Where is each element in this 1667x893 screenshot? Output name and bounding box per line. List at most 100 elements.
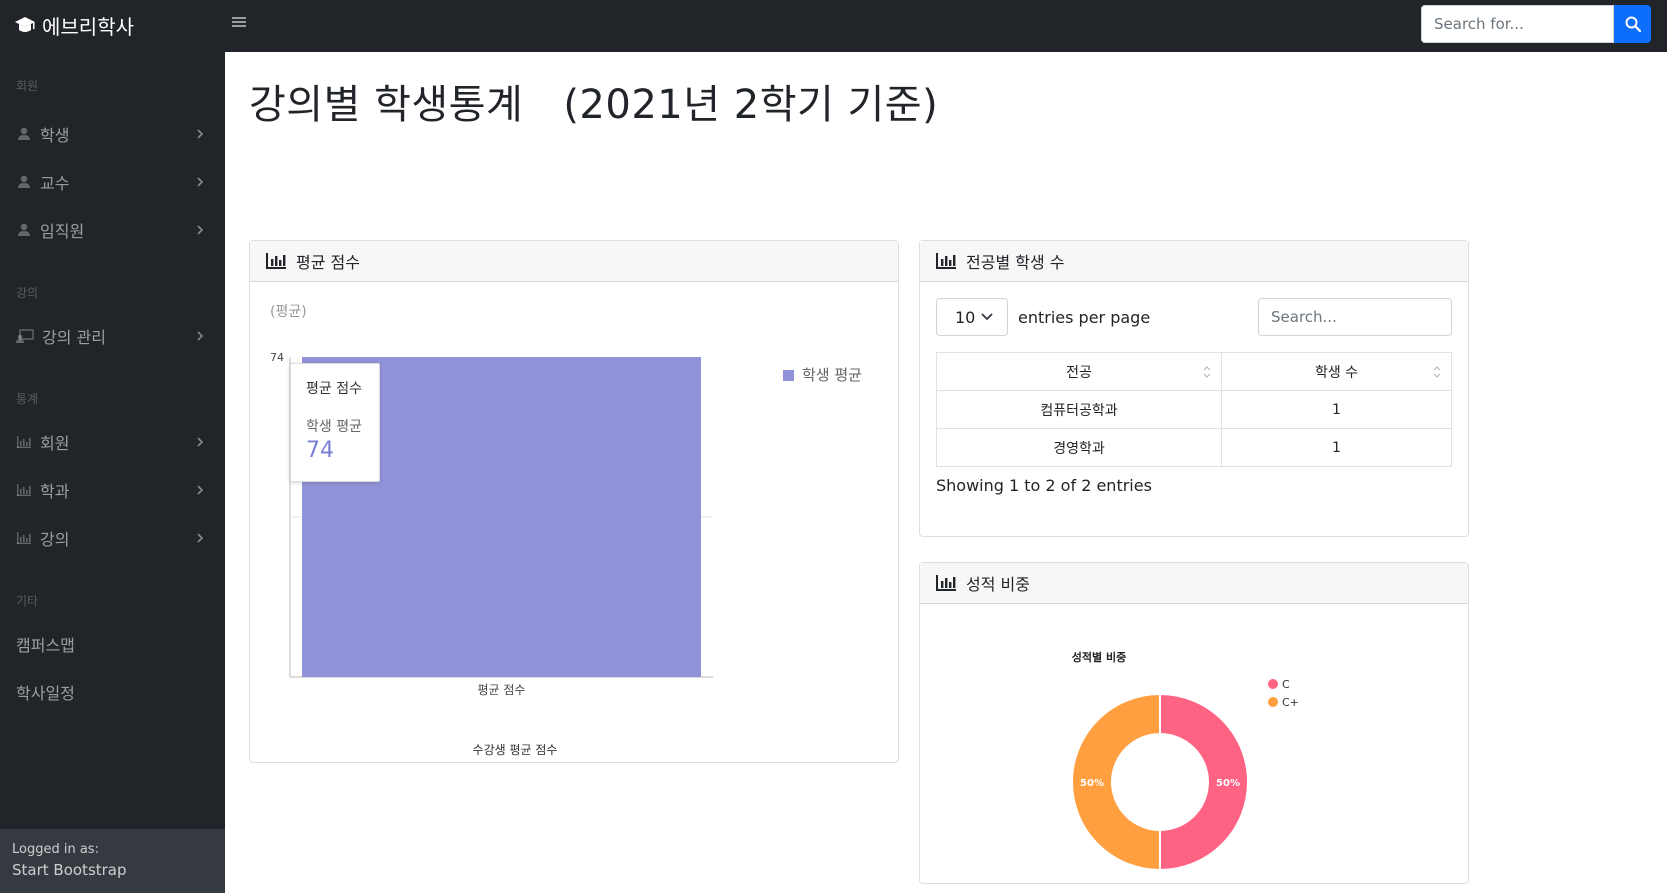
sidebar-item-label: 학생 [40, 126, 70, 145]
tooltip-series: 학생 평균 [306, 419, 362, 435]
card-header: 성적 비중 [920, 563, 1468, 604]
tooltip-value: 74 [306, 438, 334, 463]
chevron-right-icon [197, 331, 204, 341]
sidebar-item-stats-members[interactable]: 회원 [0, 422, 225, 462]
chevron-right-icon [197, 533, 204, 543]
chart-bar-icon [16, 434, 32, 450]
top-navbar: 에브리학사 [0, 0, 1667, 52]
sidebar-item-label: 강의 관리 [42, 328, 106, 347]
legend-swatch [783, 370, 794, 381]
chart-tooltip: 평균 점수 학생 평균 74 [290, 363, 380, 482]
table-cell: 컴퓨터공학과 [936, 390, 1222, 429]
column-header-label: 학생 수 [1314, 364, 1359, 381]
chalkboard-teacher-icon [16, 328, 34, 344]
sidebar-item-label: 학사일정 [16, 684, 75, 703]
chevron-right-icon [197, 225, 204, 235]
sidebar-item-label: 학과 [40, 482, 70, 501]
grade-distribution-card: 성적 비중 성적별 비중 50% 50% C C+ [919, 562, 1469, 884]
card-header: 평균 점수 [250, 241, 898, 282]
sidebar-item-label: 교수 [40, 174, 70, 193]
sidebar-item-staff[interactable]: 임직원 [0, 210, 225, 250]
column-header-student-count[interactable]: 학생 수 [1221, 352, 1452, 391]
entries-per-page-select[interactable]: 10 [936, 298, 1008, 336]
logged-in-user: Start Bootstrap [12, 861, 127, 879]
card-title: 평균 점수 [296, 253, 360, 272]
graduation-cap-icon [15, 17, 35, 32]
sidebar-footer: Logged in as: Start Bootstrap [0, 829, 225, 893]
menu-icon [232, 17, 246, 27]
entries-per-page-label: entries per page [1018, 308, 1151, 327]
sidebar-item-stats-departments[interactable]: 학과 [0, 470, 225, 510]
grade-doughnut-chart: 성적별 비중 50% 50% C C+ [1071, 650, 1299, 872]
table-row: 컴퓨터공학과 1 [936, 390, 1452, 429]
average-score-chart: (평균) 74 평균 점수 학생 평균 수강생 평균 점수 [270, 304, 862, 757]
doughnut-slices: 50% 50% [1071, 692, 1249, 872]
legend-label[interactable]: C [1282, 678, 1290, 691]
table-search-input[interactable] [1258, 298, 1452, 336]
y-tick-label: 74 [270, 351, 284, 364]
y-unit-label: (평균) [270, 304, 307, 320]
sidebar-item-label: 임직원 [40, 222, 85, 241]
table-info: Showing 1 to 2 of 2 entries [936, 476, 1152, 495]
sidebar: 회원 학생 교수 임직원 강의 강의 관리 통계 회원 학과 강의 기타 캠퍼스… [0, 52, 225, 893]
sidebar-item-label: 캠퍼스맵 [16, 636, 75, 655]
chevron-right-icon [197, 177, 204, 187]
table-cell: 경영학과 [936, 428, 1222, 467]
user-icon [16, 126, 32, 142]
sidebar-heading-lectures: 강의 [16, 286, 39, 300]
page-title-main: 강의별 학생통계 [249, 82, 524, 128]
search-button[interactable] [1614, 5, 1651, 43]
legend-swatch [1268, 697, 1278, 707]
page-title: 강의별 학생통계 (2021년 2학기 기준) [249, 72, 938, 130]
legend-label[interactable]: C+ [1282, 696, 1299, 709]
sidebar-item-stats-lectures[interactable]: 강의 [0, 518, 225, 558]
chart-bar-icon [936, 575, 956, 591]
search-input[interactable] [1421, 5, 1614, 43]
sidebar-item-professor[interactable]: 교수 [0, 162, 225, 202]
students-per-major-card: 전공별 학생 수 10 entries per page 전공 학생 수 컴퓨터… [919, 240, 1469, 537]
sidebar-item-label: 회원 [40, 434, 70, 453]
card-header: 전공별 학생 수 [920, 241, 1468, 282]
user-icon [16, 222, 32, 238]
sidebar-heading-members: 회원 [16, 79, 39, 93]
logged-in-label: Logged in as: [12, 842, 99, 857]
page-subtitle: (2021년 2학기 기준) [563, 82, 939, 128]
chart-bar-icon [16, 482, 32, 498]
chart-bar-icon [16, 530, 32, 546]
chevron-right-icon [197, 129, 204, 139]
card-title: 전공별 학생 수 [966, 253, 1065, 272]
slice-label: 50% [1080, 778, 1104, 789]
legend-swatch [1268, 679, 1278, 689]
sidebar-item-academic-calendar[interactable]: 학사일정 [0, 672, 225, 712]
column-header-major[interactable]: 전공 [936, 352, 1222, 391]
chart-bar-icon [936, 253, 956, 269]
chevron-right-icon [197, 485, 204, 495]
x-tick-label: 평균 점수 [478, 683, 526, 697]
chart-bar-icon [266, 253, 286, 269]
tooltip-title: 평균 점수 [306, 381, 362, 397]
table-cell: 1 [1221, 390, 1452, 429]
sidebar-item-lecture-management[interactable]: 강의 관리 [0, 316, 225, 356]
top-search [1421, 5, 1651, 43]
x-axis-title: 수강생 평균 점수 [473, 743, 558, 757]
chevron-right-icon [197, 437, 204, 447]
legend-label[interactable]: 학생 평균 [802, 366, 862, 384]
chevron-down-icon [981, 313, 993, 321]
table-row: 경영학과 1 [936, 428, 1452, 467]
sort-icon [1433, 366, 1441, 378]
sidebar-item-student[interactable]: 학생 [0, 114, 225, 154]
sidebar-item-label: 강의 [40, 530, 70, 549]
sidebar-toggle-button[interactable] [232, 12, 246, 36]
column-header-label: 전공 [1066, 364, 1092, 381]
entries-value: 10 [955, 307, 976, 327]
table-cell: 1 [1221, 428, 1452, 467]
sort-icon [1203, 366, 1211, 378]
brand[interactable]: 에브리학사 [14, 10, 134, 40]
user-icon [16, 174, 32, 190]
students-per-major-table: 전공 학생 수 컴퓨터공학과 1 경영학과 1 [936, 352, 1452, 467]
doughnut-title: 성적별 비중 [1072, 650, 1126, 664]
brand-title: 에브리학사 [42, 14, 134, 39]
card-title: 성적 비중 [966, 575, 1030, 594]
sidebar-item-campus-map[interactable]: 캠퍼스맵 [0, 624, 225, 664]
average-score-card: 평균 점수 (평균) 74 평균 점수 학생 평균 수강생 평균 점수 평균 점수… [249, 240, 899, 763]
